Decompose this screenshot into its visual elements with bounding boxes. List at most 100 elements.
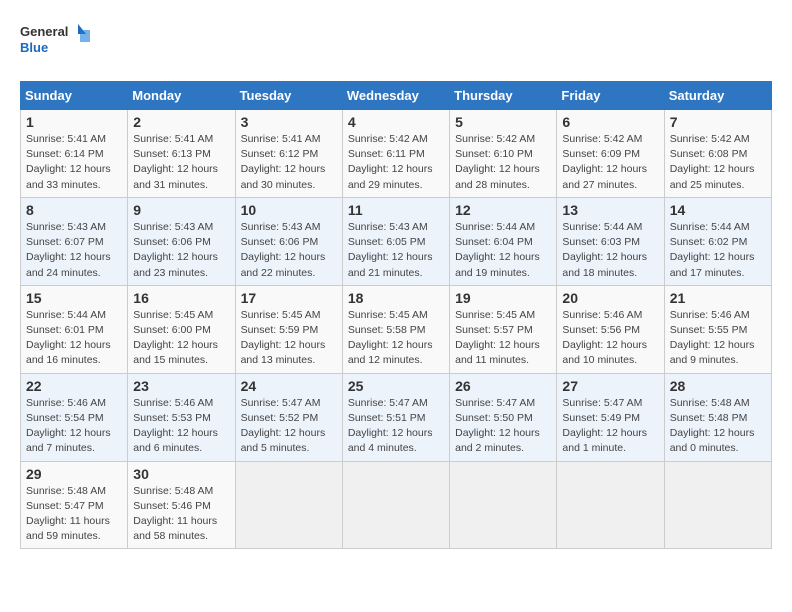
table-row: 27 Sunrise: 5:47 AM Sunset: 5:49 PM Dayli… [557, 373, 664, 461]
day-info: Sunrise: 5:48 AM Sunset: 5:48 PM Dayligh… [670, 396, 766, 457]
table-row: 2 Sunrise: 5:41 AM Sunset: 6:13 PM Daylig… [128, 110, 235, 198]
table-row: 25 Sunrise: 5:47 AM Sunset: 5:51 PM Dayli… [342, 373, 449, 461]
table-row: 22 Sunrise: 5:46 AM Sunset: 5:54 PM Dayli… [21, 373, 128, 461]
day-info: Sunrise: 5:45 AM Sunset: 5:59 PM Dayligh… [241, 308, 337, 369]
day-info: Sunrise: 5:43 AM Sunset: 6:06 PM Dayligh… [241, 220, 337, 281]
table-row: 29 Sunrise: 5:48 AM Sunset: 5:47 PM Dayli… [21, 461, 128, 549]
col-header-monday: Monday [128, 82, 235, 110]
calendar-table: SundayMondayTuesdayWednesdayThursdayFrid… [20, 81, 772, 549]
day-number: 6 [562, 114, 658, 130]
day-number: 13 [562, 202, 658, 218]
day-info: Sunrise: 5:45 AM Sunset: 6:00 PM Dayligh… [133, 308, 229, 369]
day-info: Sunrise: 5:48 AM Sunset: 5:46 PM Dayligh… [133, 484, 229, 545]
day-info: Sunrise: 5:44 AM Sunset: 6:04 PM Dayligh… [455, 220, 551, 281]
day-info: Sunrise: 5:41 AM Sunset: 6:12 PM Dayligh… [241, 132, 337, 193]
table-row: 19 Sunrise: 5:45 AM Sunset: 5:57 PM Dayli… [450, 285, 557, 373]
day-info: Sunrise: 5:42 AM Sunset: 6:11 PM Dayligh… [348, 132, 444, 193]
day-number: 2 [133, 114, 229, 130]
day-number: 5 [455, 114, 551, 130]
table-row: 10 Sunrise: 5:43 AM Sunset: 6:06 PM Dayli… [235, 197, 342, 285]
day-number: 20 [562, 290, 658, 306]
svg-text:General: General [20, 24, 68, 39]
day-info: Sunrise: 5:48 AM Sunset: 5:47 PM Dayligh… [26, 484, 122, 545]
day-number: 11 [348, 202, 444, 218]
day-info: Sunrise: 5:42 AM Sunset: 6:10 PM Dayligh… [455, 132, 551, 193]
table-row: 17 Sunrise: 5:45 AM Sunset: 5:59 PM Dayli… [235, 285, 342, 373]
day-number: 30 [133, 466, 229, 482]
day-number: 14 [670, 202, 766, 218]
day-number: 23 [133, 378, 229, 394]
day-number: 27 [562, 378, 658, 394]
day-info: Sunrise: 5:42 AM Sunset: 6:09 PM Dayligh… [562, 132, 658, 193]
table-row: 13 Sunrise: 5:44 AM Sunset: 6:03 PM Dayli… [557, 197, 664, 285]
table-row: 6 Sunrise: 5:42 AM Sunset: 6:09 PM Daylig… [557, 110, 664, 198]
col-header-friday: Friday [557, 82, 664, 110]
day-number: 12 [455, 202, 551, 218]
day-info: Sunrise: 5:47 AM Sunset: 5:51 PM Dayligh… [348, 396, 444, 457]
day-info: Sunrise: 5:41 AM Sunset: 6:14 PM Dayligh… [26, 132, 122, 193]
day-info: Sunrise: 5:43 AM Sunset: 6:06 PM Dayligh… [133, 220, 229, 281]
svg-text:Blue: Blue [20, 40, 48, 55]
day-number: 9 [133, 202, 229, 218]
day-info: Sunrise: 5:42 AM Sunset: 6:08 PM Dayligh… [670, 132, 766, 193]
day-number: 16 [133, 290, 229, 306]
day-info: Sunrise: 5:47 AM Sunset: 5:50 PM Dayligh… [455, 396, 551, 457]
table-row: 4Sunrise: 5:42 AM Sunset: 6:11 PM Daylig… [342, 110, 449, 198]
day-info: Sunrise: 5:44 AM Sunset: 6:03 PM Dayligh… [562, 220, 658, 281]
col-header-thursday: Thursday [450, 82, 557, 110]
table-row: 28 Sunrise: 5:48 AM Sunset: 5:48 PM Dayli… [664, 373, 771, 461]
day-info: Sunrise: 5:45 AM Sunset: 5:58 PM Dayligh… [348, 308, 444, 369]
table-row: 21Sunrise: 5:46 AM Sunset: 5:55 PM Dayli… [664, 285, 771, 373]
table-row: 26Sunrise: 5:47 AM Sunset: 5:50 PM Dayli… [450, 373, 557, 461]
table-row [342, 461, 449, 549]
day-number: 19 [455, 290, 551, 306]
day-info: Sunrise: 5:47 AM Sunset: 5:49 PM Dayligh… [562, 396, 658, 457]
table-row: 7 Sunrise: 5:42 AM Sunset: 6:08 PM Daylig… [664, 110, 771, 198]
day-number: 1 [26, 114, 122, 130]
day-info: Sunrise: 5:46 AM Sunset: 5:53 PM Dayligh… [133, 396, 229, 457]
table-row: 11Sunrise: 5:43 AM Sunset: 6:05 PM Dayli… [342, 197, 449, 285]
day-info: Sunrise: 5:43 AM Sunset: 6:07 PM Dayligh… [26, 220, 122, 281]
day-number: 28 [670, 378, 766, 394]
table-row: 12 Sunrise: 5:44 AM Sunset: 6:04 PM Dayli… [450, 197, 557, 285]
logo-svg: General Blue [20, 20, 90, 65]
day-number: 10 [241, 202, 337, 218]
day-info: Sunrise: 5:47 AM Sunset: 5:52 PM Dayligh… [241, 396, 337, 457]
day-info: Sunrise: 5:41 AM Sunset: 6:13 PM Dayligh… [133, 132, 229, 193]
day-number: 21 [670, 290, 766, 306]
table-row: 16 Sunrise: 5:45 AM Sunset: 6:00 PM Dayli… [128, 285, 235, 373]
day-info: Sunrise: 5:45 AM Sunset: 5:57 PM Dayligh… [455, 308, 551, 369]
table-row [235, 461, 342, 549]
col-header-saturday: Saturday [664, 82, 771, 110]
day-info: Sunrise: 5:46 AM Sunset: 5:54 PM Dayligh… [26, 396, 122, 457]
day-number: 29 [26, 466, 122, 482]
table-row: 14 Sunrise: 5:44 AM Sunset: 6:02 PM Dayli… [664, 197, 771, 285]
day-info: Sunrise: 5:46 AM Sunset: 5:56 PM Dayligh… [562, 308, 658, 369]
table-row: 20 Sunrise: 5:46 AM Sunset: 5:56 PM Dayli… [557, 285, 664, 373]
day-number: 17 [241, 290, 337, 306]
table-row: 3 Sunrise: 5:41 AM Sunset: 6:12 PM Daylig… [235, 110, 342, 198]
day-number: 8 [26, 202, 122, 218]
day-number: 18 [348, 290, 444, 306]
table-row: 18 Sunrise: 5:45 AM Sunset: 5:58 PM Dayli… [342, 285, 449, 373]
day-number: 3 [241, 114, 337, 130]
table-row: 9 Sunrise: 5:43 AM Sunset: 6:06 PM Daylig… [128, 197, 235, 285]
day-number: 7 [670, 114, 766, 130]
day-info: Sunrise: 5:44 AM Sunset: 6:01 PM Dayligh… [26, 308, 122, 369]
logo: General Blue [20, 20, 90, 65]
day-number: 15 [26, 290, 122, 306]
table-row: 1 Sunrise: 5:41 AM Sunset: 6:14 PM Daylig… [21, 110, 128, 198]
table-row [450, 461, 557, 549]
table-row: 8 Sunrise: 5:43 AM Sunset: 6:07 PM Daylig… [21, 197, 128, 285]
day-number: 24 [241, 378, 337, 394]
day-info: Sunrise: 5:44 AM Sunset: 6:02 PM Dayligh… [670, 220, 766, 281]
table-row: 5 Sunrise: 5:42 AM Sunset: 6:10 PM Daylig… [450, 110, 557, 198]
table-row: 23 Sunrise: 5:46 AM Sunset: 5:53 PM Dayli… [128, 373, 235, 461]
table-row: 30 Sunrise: 5:48 AM Sunset: 5:46 PM Dayli… [128, 461, 235, 549]
day-number: 25 [348, 378, 444, 394]
day-number: 22 [26, 378, 122, 394]
col-header-tuesday: Tuesday [235, 82, 342, 110]
page-header: General Blue [20, 20, 772, 65]
col-header-sunday: Sunday [21, 82, 128, 110]
table-row [557, 461, 664, 549]
